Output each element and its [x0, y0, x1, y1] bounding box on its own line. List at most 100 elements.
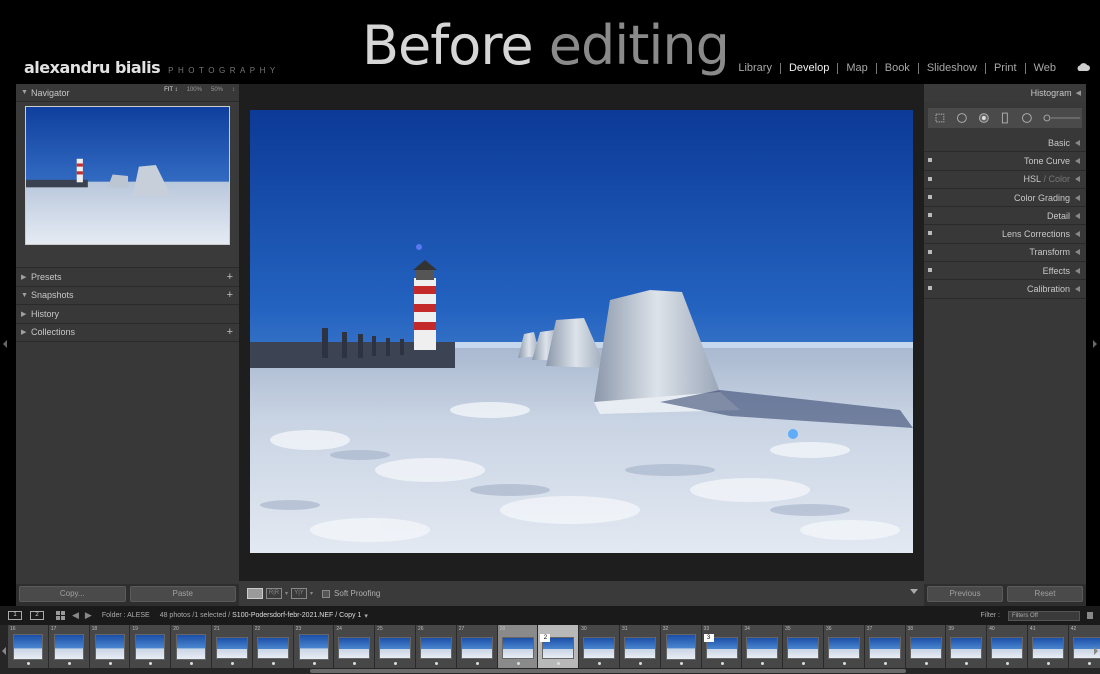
before-after-dropdown-icon[interactable]: ▾	[310, 590, 313, 597]
module-book[interactable]: Book	[875, 63, 918, 74]
expand-arrow-icon[interactable]	[1075, 231, 1080, 238]
filmstrip-thumbnail[interactable]: 35	[783, 625, 824, 668]
soft-proofing-toggle[interactable]: Soft Proofing	[322, 589, 380, 598]
expand-triangle-icon[interactable]: ▶	[21, 273, 31, 281]
panel-switch-icon[interactable]	[928, 176, 932, 181]
back-arrow-icon[interactable]: ◀	[72, 610, 79, 621]
module-develop[interactable]: Develop	[779, 63, 837, 74]
stack-count-badge[interactable]: 2	[540, 634, 551, 642]
filmstrip-thumbnail[interactable]: 28	[497, 625, 539, 668]
loupe-view-icon[interactable]	[247, 588, 263, 599]
collapse-triangle-icon[interactable]: ▼	[21, 292, 31, 299]
filmstrip-thumbnail[interactable]: 22	[252, 625, 294, 668]
expand-triangle-icon[interactable]: ▶	[21, 310, 31, 318]
module-slideshow[interactable]: Slideshow	[917, 63, 985, 74]
basic-section[interactable]: Basic	[924, 134, 1086, 153]
crop-tool-icon[interactable]	[934, 112, 946, 124]
module-web[interactable]: Web	[1024, 63, 1064, 74]
zoom-more[interactable]: ↕	[232, 87, 235, 93]
add-snapshot-icon[interactable]: +	[227, 289, 233, 301]
expand-arrow-icon[interactable]	[1075, 157, 1080, 164]
navigator-thumbnail[interactable]	[25, 106, 230, 245]
panel-switch-icon[interactable]	[928, 249, 932, 254]
reset-button[interactable]: Reset	[1007, 586, 1083, 602]
filmstrip-thumbnail[interactable]: 18	[89, 625, 131, 668]
zoom-50[interactable]: 50%	[211, 87, 223, 93]
adjustment-brush-tool-icon[interactable]	[1043, 112, 1082, 124]
panel-switch-icon[interactable]	[928, 158, 932, 163]
filmstrip-scrollbar[interactable]	[310, 669, 906, 673]
right-panel-toggle-icon[interactable]	[1093, 340, 1097, 348]
filmstrip-thumbnail[interactable]: 21	[211, 625, 253, 668]
graduated-filter-tool-icon[interactable]	[999, 112, 1011, 124]
module-library[interactable]: Library	[730, 63, 780, 74]
filmstrip-thumbnail[interactable]: 37	[864, 625, 906, 668]
folder-source[interactable]: Folder : ALESE	[102, 612, 150, 619]
main-photo[interactable]	[250, 110, 913, 553]
collapse-triangle-icon[interactable]: ▼	[21, 89, 31, 96]
zoom-100[interactable]: 100%	[187, 87, 202, 93]
module-map[interactable]: Map	[837, 63, 875, 74]
filmstrip-thumbnail[interactable]: 33 3	[701, 625, 743, 668]
filmstrip-thumbnail[interactable]: 20	[171, 625, 212, 668]
filmstrip-thumbnail[interactable]: 32	[660, 625, 702, 668]
toolbar-menu-icon[interactable]	[910, 589, 918, 594]
detail-section[interactable]: Detail	[924, 207, 1086, 226]
copy-settings-button[interactable]: Copy...	[19, 586, 126, 602]
filmstrip-thumbnail[interactable]: 39	[946, 625, 988, 668]
expand-triangle-icon[interactable]: ▶	[21, 328, 31, 336]
paste-settings-button[interactable]: Paste	[129, 586, 236, 602]
filmstrip-thumbnail[interactable]: 34	[742, 625, 784, 668]
zoom-fit[interactable]: FIT ↕	[164, 87, 178, 93]
filmstrip-thumbnail[interactable]: 25	[375, 625, 416, 668]
before-after-tb-icon[interactable]: Y|Y	[291, 588, 308, 599]
expand-arrow-icon[interactable]	[1075, 176, 1080, 183]
color-label[interactable]: Color	[1048, 174, 1070, 184]
filmstrip-thumbnail[interactable]: 19	[130, 625, 172, 668]
filmstrip-thumbnail[interactable]: 24	[334, 625, 376, 668]
before-after-dropdown-icon[interactable]: ▾	[285, 590, 288, 597]
filmstrip-scroll-right-icon[interactable]	[1094, 647, 1098, 655]
filmstrip-scroll-left-icon[interactable]	[2, 647, 6, 655]
panel-switch-icon[interactable]	[928, 286, 932, 291]
filmstrip-thumbnail[interactable]: 27	[456, 625, 498, 668]
forward-arrow-icon[interactable]: ▶	[85, 610, 92, 621]
filmstrip-thumbnail[interactable]: 29 2	[538, 625, 580, 668]
panel-switch-icon[interactable]	[928, 213, 932, 218]
lens-corrections-section[interactable]: Lens Corrections	[924, 225, 1086, 244]
previous-button[interactable]: Previous	[927, 586, 1003, 602]
hsl-label[interactable]: HSL	[1023, 174, 1041, 184]
expand-arrow-icon[interactable]	[1075, 194, 1080, 201]
filter-select[interactable]: Filters Off	[1008, 610, 1080, 621]
expand-arrow-icon[interactable]	[1075, 267, 1080, 274]
filmstrip-thumbnail[interactable]: 26	[415, 625, 457, 668]
panel-switch-icon[interactable]	[928, 231, 932, 236]
radial-filter-tool-icon[interactable]	[1021, 112, 1033, 124]
filmstrip-thumbnail[interactable]: 36	[823, 625, 865, 668]
expand-arrow-icon[interactable]	[1075, 139, 1080, 146]
transform-section[interactable]: Transform	[924, 244, 1086, 263]
expand-arrow-icon[interactable]	[1075, 212, 1080, 219]
filmstrip-thumbnail[interactable]: 30	[579, 625, 620, 668]
add-collection-icon[interactable]: +	[227, 326, 233, 338]
tone-curve-section[interactable]: Tone Curve	[924, 152, 1086, 171]
filter-lock-icon[interactable]	[1087, 612, 1093, 619]
filmstrip-thumbnail[interactable]: 41	[1027, 625, 1069, 668]
hsl-color-section[interactable]: HSL / Color	[924, 171, 1086, 189]
secondary-display-button[interactable]: 2	[30, 611, 44, 620]
effects-section[interactable]: Effects	[924, 262, 1086, 281]
color-grading-section[interactable]: Color Grading	[924, 189, 1086, 208]
filmstrip-thumbnail[interactable]: 23	[293, 625, 335, 668]
histogram-header[interactable]: Histogram ◀	[924, 84, 1086, 102]
navigator-header[interactable]: ▼ Navigator FIT ↕ 100% 50% ↕	[16, 84, 239, 102]
calibration-section[interactable]: Calibration	[924, 280, 1086, 299]
before-after-lr-icon[interactable]: R|R	[266, 588, 282, 599]
grid-view-icon[interactable]	[56, 611, 66, 620]
add-preset-icon[interactable]: +	[227, 271, 233, 283]
filmstrip-thumbnail[interactable]: 16	[8, 625, 49, 668]
snapshots-section[interactable]: ▼ Snapshots +	[16, 287, 239, 305]
module-print[interactable]: Print	[984, 63, 1025, 74]
panel-switch-icon[interactable]	[928, 194, 932, 199]
panel-switch-icon[interactable]	[928, 268, 932, 273]
expand-arrow-icon[interactable]	[1075, 286, 1080, 293]
